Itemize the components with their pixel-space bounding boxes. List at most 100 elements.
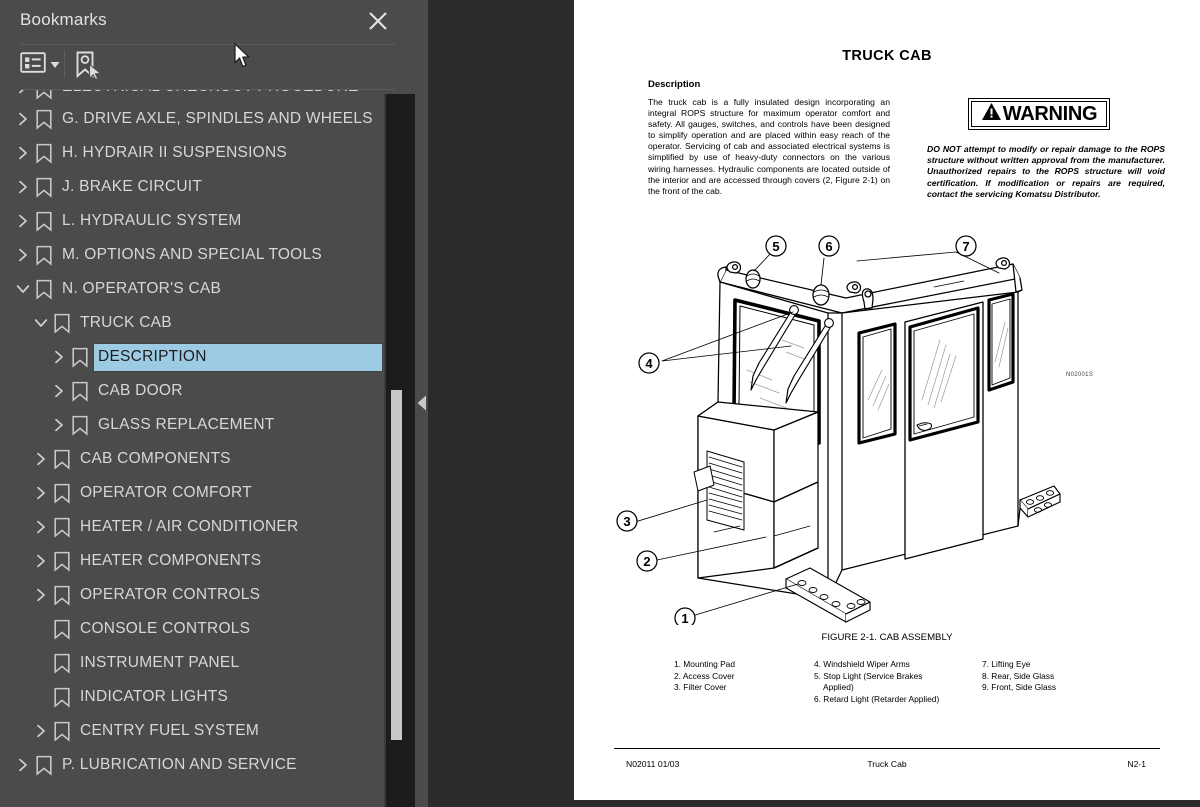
bookmark-label-wrap: CAB COMPONENTS <box>80 450 231 468</box>
bookmark-tree-item[interactable]: CENTRY FUEL SYSTEM <box>0 714 398 748</box>
bookmarks-scrollbar-thumb[interactable] <box>391 390 402 740</box>
chevron-right-icon[interactable] <box>32 722 50 740</box>
legend-item: 9. Front, Side Glass <box>982 682 1057 693</box>
pdf-page[interactable]: TRUCK CAB Description The truck cab is a… <box>574 0 1200 800</box>
chevron-right-icon[interactable] <box>14 246 32 264</box>
bookmark-tree-item[interactable]: OPERATOR CONTROLS <box>0 578 398 612</box>
bookmark-label: ELECTRICAL CHECKOUT PROCEDURE <box>62 90 359 95</box>
bookmark-tree-item[interactable]: DESCRIPTION <box>0 340 398 374</box>
bookmark-label-wrap: G. DRIVE AXLE, SPINDLES AND WHEELS <box>62 110 373 128</box>
bookmark-tree-item[interactable]: INDICATOR LIGHTS <box>0 680 398 714</box>
legend-item: 2. Access Cover <box>674 670 735 681</box>
chevron-right-icon[interactable] <box>32 450 50 468</box>
bookmark-tree-item[interactable]: GLASS REPLACEMENT <box>0 408 398 442</box>
bookmark-icon <box>52 686 72 708</box>
warning-label: WARNING <box>1002 103 1098 125</box>
bookmark-tree-item[interactable]: N. OPERATOR'S CAB <box>0 272 398 306</box>
chevron-right-icon[interactable] <box>14 212 32 230</box>
bookmark-label-wrap: HEATER / AIR CONDITIONER <box>80 518 298 536</box>
bookmarks-toolbar <box>0 45 415 89</box>
bookmarks-panel: Bookmarks G. DRIVE AXLE, SPINDLES AND WH… <box>0 0 415 807</box>
chevron-right-icon[interactable] <box>50 416 68 434</box>
bookmark-icon <box>52 618 72 640</box>
bookmark-options-button[interactable] <box>20 52 60 78</box>
bookmark-icon <box>52 482 72 504</box>
bookmark-icon <box>34 278 54 300</box>
legend-item: 7. Lifting Eye <box>982 659 1031 669</box>
bookmark-icon <box>70 414 90 436</box>
bookmark-label-wrap: M. OPTIONS AND SPECIAL TOOLS <box>62 246 322 264</box>
bookmark-label: H. HYDRAIR II SUSPENSIONS <box>62 144 288 161</box>
chevron-right-icon[interactable] <box>50 348 68 366</box>
list-options-icon <box>20 52 46 78</box>
bookmark-icon <box>34 108 54 130</box>
description-body: The truck cab is a fully insulated desig… <box>648 97 890 196</box>
bookmark-tree-item[interactable]: HEATER / AIR CONDITIONER <box>0 510 398 544</box>
chevron-down-icon[interactable] <box>32 314 50 332</box>
bookmark-tree-item[interactable]: H. HYDRAIR II SUSPENSIONS <box>0 136 398 170</box>
cab-assembly-illustration: 5 6 7 4 3 2 1 <box>614 230 1160 625</box>
new-bookmark-icon <box>76 51 103 81</box>
chevron-down-icon[interactable] <box>14 280 32 298</box>
bookmark-icon <box>52 720 72 742</box>
chevron-right-icon[interactable] <box>32 484 50 502</box>
bookmark-icon <box>52 550 72 572</box>
bookmark-label: INSTRUMENT PANEL <box>80 654 240 671</box>
bookmark-label-wrap: INDICATOR LIGHTS <box>80 688 228 706</box>
bookmark-label: HEATER / AIR CONDITIONER <box>80 518 299 535</box>
new-bookmark-button[interactable] <box>74 51 103 86</box>
bookmark-label-wrap: N. OPERATOR'S CAB <box>62 280 221 298</box>
bookmark-label: CONSOLE CONTROLS <box>80 620 251 637</box>
bookmark-label-wrap: GLASS REPLACEMENT <box>98 416 275 434</box>
page-title: TRUCK CAB <box>842 48 932 64</box>
bookmark-tree-item[interactable]: CAB DOOR <box>0 374 398 408</box>
bookmark-tree-item[interactable]: M. OPTIONS AND SPECIAL TOOLS <box>0 238 398 272</box>
bookmark-icon <box>52 312 72 334</box>
warning-badge: WARNING <box>968 98 1110 130</box>
chevron-right-icon[interactable] <box>32 518 50 536</box>
bookmark-tree-item[interactable]: CONSOLE CONTROLS <box>0 612 398 646</box>
triangle-left-icon[interactable] <box>417 395 427 411</box>
chevron-right-icon[interactable] <box>14 144 32 162</box>
bookmark-icon <box>70 380 90 402</box>
chevron-right-icon[interactable] <box>14 110 32 128</box>
bookmark-tree-item[interactable]: P. LUBRICATION AND SERVICE <box>0 748 398 782</box>
legend-item: 5. Stop Light (Service Brakes <box>814 670 923 681</box>
chevron-right-icon[interactable] <box>32 586 50 604</box>
bookmark-tree-item[interactable]: TRUCK CAB <box>0 306 398 340</box>
bookmark-tree-item[interactable]: HEATER COMPONENTS <box>0 544 398 578</box>
bookmark-tree-item[interactable]: CAB COMPONENTS <box>0 442 398 476</box>
bookmarks-tree[interactable]: ELECTRICAL CHECKOUT PROCEDURE G. DRIVE AX… <box>0 90 398 807</box>
bookmark-tree-item[interactable]: G. DRIVE AXLE, SPINDLES AND WHEELS <box>0 102 398 136</box>
bookmark-icon <box>34 754 54 776</box>
bookmark-tree-item[interactable]: L. HYDRAULIC SYSTEM <box>0 204 398 238</box>
bookmark-icon <box>34 90 54 100</box>
bookmark-label-wrap: CONSOLE CONTROLS <box>80 620 250 638</box>
bookmark-icon <box>34 176 54 198</box>
legend-column: 1. Mounting Pad 2. Access Cover 3. Filter … <box>674 659 814 705</box>
bookmark-label-wrap: CAB DOOR <box>98 382 183 400</box>
bookmarks-panel-header: Bookmarks <box>0 0 415 45</box>
close-icon[interactable] <box>365 8 391 34</box>
chevron-right-icon[interactable] <box>50 382 68 400</box>
bookmark-tree-item[interactable]: ELECTRICAL CHECKOUT PROCEDURE <box>0 90 398 102</box>
chevron-right-icon[interactable] <box>14 756 32 774</box>
bookmark-tree-item[interactable]: J. BRAKE CIRCUIT <box>0 170 398 204</box>
bookmark-label: OPERATOR COMFORT <box>80 484 252 501</box>
toolbar-separator <box>64 50 65 78</box>
svg-text:7: 7 <box>962 239 969 254</box>
bookmark-label: INDICATOR LIGHTS <box>80 688 229 705</box>
chevron-right-icon[interactable] <box>14 90 32 96</box>
bookmark-label: CENTRY FUEL SYSTEM <box>80 722 260 739</box>
bookmarks-panel-title: Bookmarks <box>20 10 107 29</box>
bookmark-icon <box>70 346 90 368</box>
bookmark-tree-item[interactable]: OPERATOR COMFORT <box>0 476 398 510</box>
figure-legend: 1. Mounting Pad 2. Access Cover 3. Filter … <box>674 659 1114 705</box>
bookmark-label: M. OPTIONS AND SPECIAL TOOLS <box>62 246 322 263</box>
chevron-right-icon[interactable] <box>32 552 50 570</box>
legend-item: 8. Rear, Side Glass <box>982 670 1055 681</box>
chevron-right-icon[interactable] <box>14 178 32 196</box>
bookmark-icon <box>52 584 72 606</box>
bookmark-label: OPERATOR CONTROLS <box>80 586 261 603</box>
bookmark-tree-item[interactable]: INSTRUMENT PANEL <box>0 646 398 680</box>
